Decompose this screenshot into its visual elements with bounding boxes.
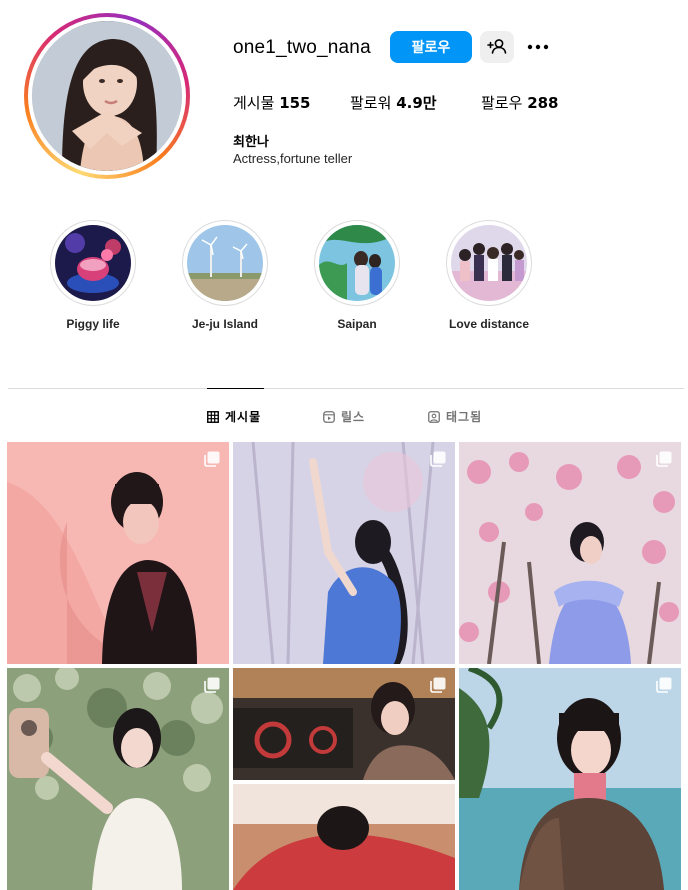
highlight-ring — [446, 220, 532, 306]
post-thumbnail[interactable] — [233, 668, 455, 890]
post-image — [459, 668, 681, 890]
profile-avatar-ring[interactable] — [24, 13, 190, 179]
highlight-love-distance[interactable]: Love distance — [424, 220, 554, 331]
bio: Actress,fortune teller — [233, 151, 353, 166]
carousel-icon — [430, 451, 446, 467]
post-thumbnail[interactable] — [459, 668, 681, 890]
full-name: 최한나 — [233, 135, 269, 150]
suggested-accounts-button[interactable] — [480, 31, 514, 63]
carousel-icon — [430, 677, 446, 693]
followers-count: 4.9만 — [396, 94, 437, 112]
tab-posts-label: 게시물 — [225, 410, 262, 424]
posts-count: 155 — [279, 94, 311, 112]
highlight-saipan[interactable]: Saipan — [292, 220, 422, 331]
tabs-divider — [8, 388, 684, 389]
highlight-thumbnail — [187, 225, 263, 301]
tab-reels[interactable]: 릴스 — [323, 408, 365, 425]
highlight-ring — [314, 220, 400, 306]
post-thumbnail[interactable] — [7, 442, 229, 664]
active-tab-indicator — [207, 388, 264, 389]
post-image — [233, 442, 455, 664]
following-stat[interactable]: 팔로우 288 — [481, 92, 559, 113]
carousel-icon — [656, 677, 672, 693]
tab-reels-label: 릴스 — [341, 410, 366, 424]
highlight-jeju-island[interactable]: Je-ju Island — [160, 220, 290, 331]
carousel-icon — [204, 451, 220, 467]
add-person-icon — [487, 39, 507, 54]
tab-tagged-label: 태그됨 — [446, 410, 483, 424]
highlight-thumbnail — [451, 225, 527, 301]
followers-label: 팔로워 — [350, 94, 392, 112]
followers-stat[interactable]: 팔로워 4.9만 — [350, 92, 437, 113]
post-image — [7, 442, 229, 664]
following-label: 팔로우 — [481, 94, 523, 112]
posts-label: 게시물 — [233, 94, 275, 112]
tagged-icon — [428, 410, 440, 423]
carousel-icon — [204, 677, 220, 693]
post-image — [233, 668, 455, 890]
tab-tagged[interactable]: 태그됨 — [428, 408, 482, 425]
follow-button[interactable]: 팔로우 — [390, 31, 472, 63]
following-count: 288 — [527, 94, 559, 112]
highlight-label: Je-ju Island — [191, 317, 259, 331]
post-thumbnail[interactable] — [233, 442, 455, 664]
highlight-ring — [182, 220, 268, 306]
avatar-image — [32, 21, 182, 171]
carousel-icon — [656, 451, 672, 467]
more-dots-icon — [527, 44, 549, 50]
profile-avatar[interactable] — [32, 21, 182, 171]
post-thumbnail[interactable] — [7, 668, 229, 890]
tab-posts[interactable]: 게시물 — [207, 408, 261, 425]
highlight-piggy-life[interactable]: Piggy life — [28, 220, 158, 331]
highlight-thumbnail — [55, 225, 131, 301]
username: one1_two_nana — [233, 37, 371, 58]
reels-icon — [323, 410, 335, 423]
highlight-thumbnail — [319, 225, 395, 301]
more-options-button[interactable] — [524, 34, 552, 60]
grid-icon — [207, 410, 219, 423]
highlight-label: Love distance — [448, 317, 530, 331]
post-thumbnail[interactable] — [459, 442, 681, 664]
highlight-ring — [50, 220, 136, 306]
highlight-label: Saipan — [337, 317, 377, 331]
post-image — [7, 668, 229, 890]
post-image — [459, 442, 681, 664]
posts-count-stat: 게시물 155 — [233, 92, 311, 113]
highlight-label: Piggy life — [66, 317, 120, 331]
